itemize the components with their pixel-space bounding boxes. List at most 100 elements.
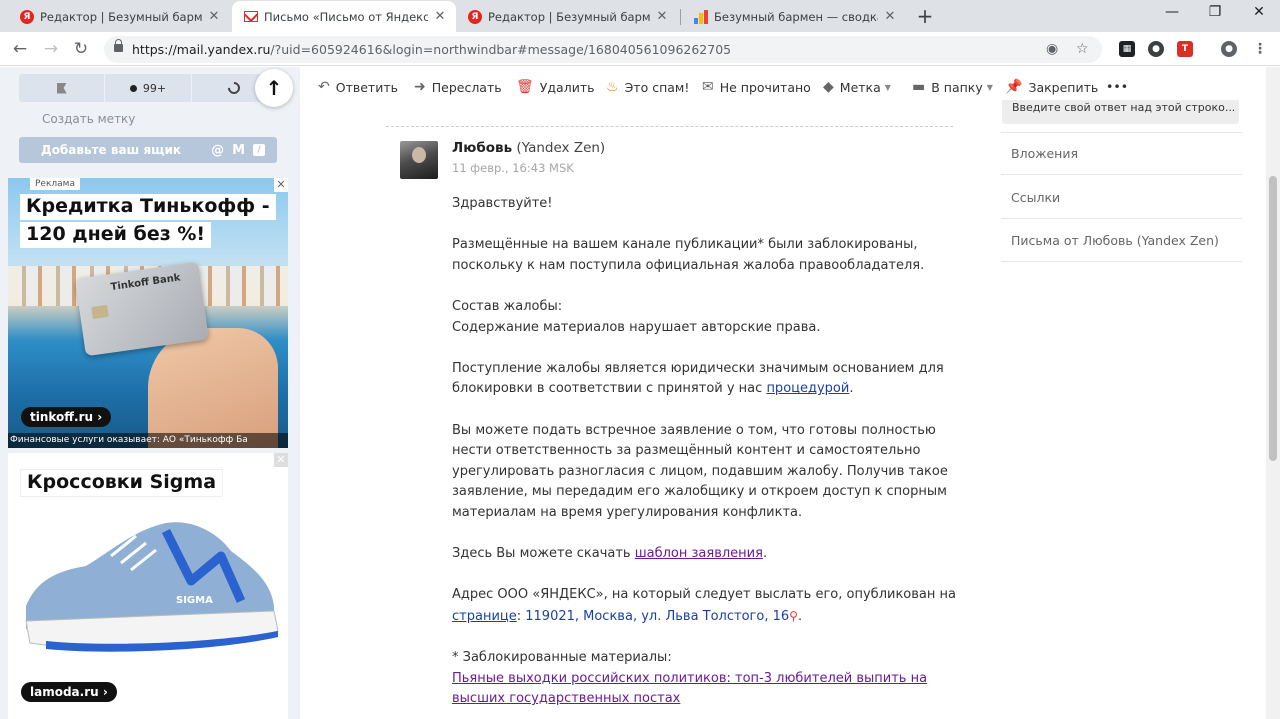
- reply-label: Ответить: [335, 79, 398, 95]
- new-tab-button[interactable]: +: [914, 6, 936, 28]
- arrow-up-icon: ↑: [265, 76, 283, 100]
- forward-icon[interactable]: →: [40, 38, 62, 60]
- mark-unread-button[interactable]: ✉ Не прочитано: [702, 79, 811, 95]
- spam-button[interactable]: ♨ Это спам!: [606, 79, 689, 95]
- forward-icon: ➜: [414, 79, 426, 95]
- close-icon[interactable]: ✕: [206, 9, 222, 24]
- bookmark-star-icon[interactable]: ☆: [1076, 41, 1089, 57]
- extension-icon-2[interactable]: ●: [1148, 41, 1164, 57]
- tab-title: Безумный бармен — сводка —: [714, 9, 878, 24]
- maximize-icon[interactable]: ❐: [1203, 4, 1227, 26]
- lock-icon: [114, 39, 123, 52]
- eye-icon[interactable]: ◉: [1046, 41, 1058, 57]
- yandex-icon: Я: [468, 9, 482, 24]
- url-host: https://mail.yandex.ru: [132, 42, 271, 57]
- ad-footer-disclaimer: Финансовые услуги оказывает: АО «Тинькоф…: [8, 433, 288, 448]
- forward-button[interactable]: ➜ Переслать: [414, 79, 502, 95]
- unread-filter-button[interactable]: 99+: [105, 74, 192, 102]
- hand-image: [148, 328, 278, 448]
- more-icon: •••: [1106, 79, 1129, 94]
- tab-separator: [680, 9, 681, 25]
- extension-icon-3[interactable]: T: [1177, 41, 1193, 57]
- browser-tab-3[interactable]: Я Редактор | Безумный бармен | Я ✕: [456, 1, 678, 32]
- address-text: Адрес ООО «ЯНДЕКС», на который следует в…: [452, 587, 956, 603]
- ad-domain-pill[interactable]: tinkoff.ru ›: [21, 407, 112, 427]
- links-section[interactable]: Ссылки: [1001, 176, 1242, 219]
- close-icon[interactable]: ✕: [882, 9, 898, 24]
- unread-dot-icon: [129, 84, 137, 92]
- ad-banner-lamoda[interactable]: ✕ Кроссовки Sigma SIGMA lamoda.ru ›: [8, 453, 288, 719]
- browser-tab-2[interactable]: Письмо «Письмо от Яндекс.Дзе ✕: [232, 1, 456, 32]
- procedure-link[interactable]: процедурой: [766, 381, 849, 396]
- sender-avatar[interactable]: [400, 141, 438, 179]
- move-folder-dropdown[interactable]: ▬ В папку ▼: [912, 79, 993, 95]
- profile-avatar-icon[interactable]: ●: [1221, 41, 1237, 57]
- close-icon[interactable]: ✕: [654, 9, 670, 24]
- tag-icon: ◆: [823, 79, 834, 95]
- ad-close-icon[interactable]: ✕: [274, 178, 288, 192]
- add-mailbox-label: Добавьте ваш ящик: [41, 143, 181, 157]
- ad-close-icon[interactable]: ✕: [274, 453, 288, 467]
- create-label-link[interactable]: Создать метку: [42, 112, 135, 126]
- back-icon[interactable]: ←: [9, 38, 31, 60]
- yandex-icon: Я: [20, 9, 34, 24]
- ad-domain-pill[interactable]: lamoda.ru ›: [21, 682, 117, 702]
- blocked-materials: * Заблокированные материалы: Пьяные выход…: [452, 648, 972, 710]
- scrollbar-thumb[interactable]: [1269, 176, 1277, 461]
- ad-banner-tinkoff[interactable]: Реклама ✕ Кредитка Тинькофф - 120 дней б…: [8, 178, 288, 448]
- sneaker-image: SIGMA: [25, 522, 279, 652]
- sender-name: Любовь: [452, 140, 513, 156]
- map-pin-icon[interactable]: ⚲: [789, 609, 798, 623]
- browser-tab-1[interactable]: Я Редактор | Безумный бармен | Я ✕: [8, 1, 230, 32]
- browser-tab-4[interactable]: Безумный бармен — сводка — ✕: [682, 1, 906, 32]
- tab-title: Письмо «Письмо от Яндекс.Дзе: [264, 9, 428, 24]
- paragraph-address: Адрес ООО «ЯНДЕКС», на который следует в…: [452, 585, 972, 627]
- slash-icon: /: [253, 144, 265, 156]
- gmail-icon: M: [232, 142, 245, 158]
- message-date: 11 февр., 16:43 MSK: [452, 161, 574, 175]
- mail-icon: [244, 11, 258, 22]
- flag-filter-button[interactable]: [19, 74, 106, 102]
- card-brand: Tinkoff Bank: [109, 272, 182, 294]
- template-text: Здесь Вы можете скачать: [452, 546, 635, 562]
- ad-label: Реклама: [30, 178, 80, 190]
- spam-label: Это спам!: [624, 79, 690, 95]
- label-dropdown[interactable]: ◆ Метка ▼: [823, 79, 891, 95]
- extension-icon-1[interactable]: ▦: [1119, 41, 1135, 57]
- reload-icon[interactable]: ↻: [70, 38, 92, 60]
- menu-kebab-icon[interactable]: ⋮: [1252, 41, 1268, 57]
- minimize-icon[interactable]: —: [1160, 4, 1184, 26]
- unread-count: 99+: [142, 81, 167, 95]
- address-value[interactable]: 119021, Москва, ул. Льва Толстого, 16: [525, 609, 789, 624]
- paragraph-template: Здесь Вы можете скачать шаблон заявления…: [452, 544, 972, 565]
- sheets-icon: [694, 9, 708, 24]
- more-actions-button[interactable]: •••: [1106, 79, 1128, 94]
- envelope-icon: ✉: [702, 79, 714, 95]
- address-end: .: [797, 608, 803, 624]
- pin-button[interactable]: 📌 Закрепить: [1005, 79, 1098, 95]
- sender-line[interactable]: Любовь (Yandex Zen): [452, 140, 605, 156]
- ad-title-line1: Кредитка Тинькофф -: [20, 194, 276, 220]
- delete-button[interactable]: 🗑 Удалить: [516, 79, 594, 95]
- address-bar[interactable]: https://mail.yandex.ru/?uid=605924616&lo…: [104, 36, 1102, 63]
- tab-title: Редактор | Безумный бармен | Я: [488, 9, 650, 24]
- reply-button[interactable]: ↶ Ответить: [318, 79, 398, 95]
- paragraph-counter-claim: Вы можете подать встречное заявление о т…: [452, 422, 948, 520]
- address-page-link[interactable]: странице: [452, 609, 517, 624]
- add-mailbox-button[interactable]: Добавьте ваш ящик @ M /: [19, 137, 277, 163]
- procedure-end: .: [849, 381, 854, 397]
- tab-title: Редактор | Безумный бармен | Я: [40, 9, 202, 24]
- template-end: .: [762, 546, 768, 562]
- template-link[interactable]: шаблон заявления: [635, 546, 763, 561]
- attachments-section[interactable]: Вложения: [1001, 132, 1242, 175]
- reply-hint[interactable]: Введите свой ответ над этой строко...: [1002, 100, 1239, 124]
- window-close-icon[interactable]: ✕: [1247, 4, 1271, 26]
- flag-icon: [56, 82, 67, 94]
- close-icon[interactable]: ✕: [432, 9, 448, 24]
- blocked-material-link-1[interactable]: Пьяные выходки российских политиков: топ…: [452, 671, 927, 707]
- sender-letters-section[interactable]: Письма от Любовь (Yandex Zen): [1001, 219, 1242, 262]
- url-path: /?uid=605924616&login=northwindbar#messa…: [270, 42, 732, 57]
- ad-title-line2: 120 дней без %!: [20, 222, 212, 248]
- scroll-up-button[interactable]: ↑: [255, 69, 293, 107]
- pin-label: Закрепить: [1028, 79, 1099, 95]
